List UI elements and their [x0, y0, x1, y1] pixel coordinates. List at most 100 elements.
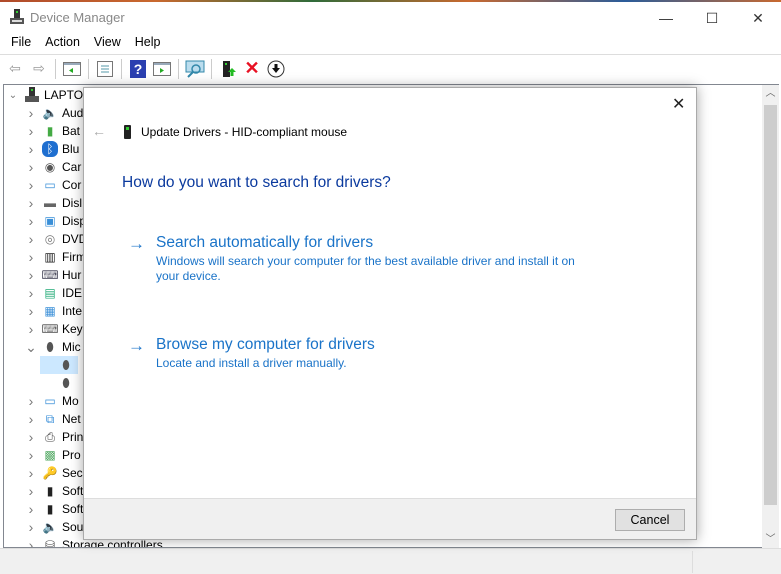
- tree-item-label: Key: [62, 322, 83, 336]
- dialog-title: Update Drivers - HID-compliant mouse: [141, 125, 348, 139]
- chevron-right-icon[interactable]: ›: [24, 393, 38, 409]
- tree-item[interactable]: › ▦ Inte: [24, 302, 82, 320]
- chevron-right-icon[interactable]: ›: [24, 249, 38, 265]
- disable-device-icon[interactable]: [266, 59, 286, 79]
- chevron-right-icon[interactable]: ›: [24, 177, 38, 193]
- tree-item[interactable]: › ▭ Cor: [24, 176, 82, 194]
- chevron-right-icon[interactable]: ›: [24, 321, 38, 337]
- chevron-right-icon[interactable]: ›: [24, 411, 38, 427]
- tree-item-label: Pro: [62, 448, 81, 462]
- chevron-right-icon[interactable]: ›: [24, 231, 38, 247]
- close-button[interactable]: ✕: [735, 6, 781, 30]
- scroll-up-icon[interactable]: ︿: [762, 85, 779, 102]
- properties-icon[interactable]: [95, 59, 115, 79]
- tree-item[interactable]: › ⧉ Net: [24, 410, 81, 428]
- tree-item-label: Aud: [62, 106, 84, 120]
- option-label[interactable]: Browse my computer for drivers: [156, 336, 375, 354]
- chevron-right-icon[interactable]: ›: [24, 483, 38, 499]
- chevron-right-icon[interactable]: ›: [24, 123, 38, 139]
- tree-item[interactable]: ⌄ ⬮ Mic: [24, 338, 81, 356]
- tree-item[interactable]: › ▤ IDE: [24, 284, 82, 302]
- chevron-right-icon[interactable]: ›: [24, 303, 38, 319]
- tree-item[interactable]: › 🔈 Sou: [24, 518, 84, 536]
- tree-item[interactable]: › ▩ Pro: [24, 446, 81, 464]
- maximize-button[interactable]: ☐: [689, 6, 735, 30]
- tree-item[interactable]: › 🔈 Aud: [24, 104, 84, 122]
- tree-item[interactable]: › ▣ Disp: [24, 212, 86, 230]
- arrow-right-icon: →: [128, 336, 145, 355]
- chevron-down-icon[interactable]: ⌄: [6, 90, 20, 101]
- menu-help[interactable]: Help: [128, 33, 168, 54]
- tree-item[interactable]: › ᛒ Blu: [24, 140, 79, 158]
- separator: [211, 58, 212, 79]
- menu-file[interactable]: File: [4, 33, 38, 54]
- option-description: Locate and install a driver manually.: [156, 356, 347, 370]
- separator: [178, 58, 179, 79]
- tree-item-label: Inte: [62, 304, 83, 318]
- show-hide-console-tree-icon[interactable]: [62, 59, 82, 79]
- tree-item[interactable]: › ◉ Car: [24, 158, 82, 176]
- update-driver-icon[interactable]: [218, 59, 238, 79]
- tree-item-label: Bat: [62, 124, 81, 138]
- scroll-down-icon[interactable]: ﹀: [762, 531, 779, 548]
- tree-item-label: Car: [62, 160, 82, 174]
- tree-root[interactable]: ⌄ LAPTO: [6, 86, 83, 104]
- tree-item[interactable]: › ▬ Disl: [24, 194, 82, 212]
- forward-icon[interactable]: ⇨: [29, 59, 49, 79]
- chevron-right-icon[interactable]: ›: [24, 447, 38, 463]
- menu-view[interactable]: View: [87, 33, 128, 54]
- action-pane-icon[interactable]: [152, 59, 172, 79]
- tree-item[interactable]: › ▥ Firm: [24, 248, 86, 266]
- tree-item[interactable]: › ⌨ Key: [24, 320, 83, 338]
- dialog-heading: How do you want to search for drivers?: [122, 174, 391, 191]
- tree-item[interactable]: › ⌨ Hur: [24, 266, 82, 284]
- svg-text:?: ?: [134, 61, 143, 77]
- tree-item[interactable]: › ▮ Soft: [24, 482, 84, 500]
- chevron-right-icon[interactable]: ›: [24, 519, 38, 535]
- chevron-right-icon[interactable]: ›: [24, 285, 38, 301]
- scrollbar-thumb[interactable]: [764, 105, 777, 505]
- option-label[interactable]: Search automatically for drivers: [156, 234, 373, 252]
- tree-item[interactable]: › ▮ Soft: [24, 500, 84, 518]
- chevron-right-icon[interactable]: ›: [24, 501, 38, 517]
- uninstall-icon[interactable]: ✕: [242, 58, 262, 79]
- chevron-right-icon[interactable]: ›: [24, 195, 38, 211]
- tree-item[interactable]: › ◎ DVD: [24, 230, 88, 248]
- storage-icon: ⛁: [44, 538, 56, 548]
- chevron-right-icon[interactable]: ›: [24, 465, 38, 481]
- dvd-icon: ◎: [44, 232, 56, 246]
- mouse-icon: ⬮: [46, 339, 54, 354]
- chevron-down-icon[interactable]: ⌄: [24, 339, 38, 356]
- cancel-button[interactable]: Cancel: [615, 509, 685, 531]
- keyboard-icon: ⌨: [41, 322, 59, 336]
- vertical-scrollbar[interactable]: ︿ ﹀: [762, 84, 779, 548]
- chevron-right-icon[interactable]: ›: [24, 213, 38, 229]
- interface-icon: ▦: [44, 304, 56, 318]
- status-bar: [0, 548, 781, 574]
- menu-action[interactable]: Action: [38, 33, 87, 54]
- option-description: Windows will search your computer for th…: [156, 254, 575, 283]
- tree-item[interactable]: › ▮ Bat: [24, 122, 80, 140]
- dialog-footer: Cancel: [84, 498, 696, 539]
- chip-icon: ▥: [44, 250, 56, 264]
- chevron-right-icon[interactable]: ›: [24, 105, 38, 121]
- tree-item[interactable]: › ⎙ Prin: [24, 428, 84, 446]
- tree-item[interactable]: › 🔑 Sec: [24, 464, 83, 482]
- chevron-right-icon[interactable]: ›: [24, 429, 38, 445]
- dialog-close-button[interactable]: ✕: [672, 94, 685, 114]
- tree-item[interactable]: ⬮: [40, 374, 78, 392]
- chevron-right-icon[interactable]: ›: [24, 267, 38, 283]
- chevron-right-icon[interactable]: ›: [24, 537, 38, 547]
- tree-item-label: Disl: [62, 196, 82, 210]
- tree-item[interactable]: ⬮: [40, 356, 78, 374]
- tree-item[interactable]: › ▭ Mo: [24, 392, 79, 410]
- chevron-right-icon[interactable]: ›: [24, 159, 38, 175]
- help-icon[interactable]: ?: [128, 59, 148, 79]
- back-icon[interactable]: ⇦: [5, 59, 25, 79]
- back-arrow-icon[interactable]: ←: [92, 123, 106, 139]
- tree-item-label: Blu: [62, 142, 80, 156]
- scan-hardware-icon[interactable]: [185, 59, 205, 79]
- software-device-icon: ▮: [46, 502, 54, 516]
- minimize-button[interactable]: —: [643, 6, 689, 30]
- chevron-right-icon[interactable]: ›: [24, 141, 38, 157]
